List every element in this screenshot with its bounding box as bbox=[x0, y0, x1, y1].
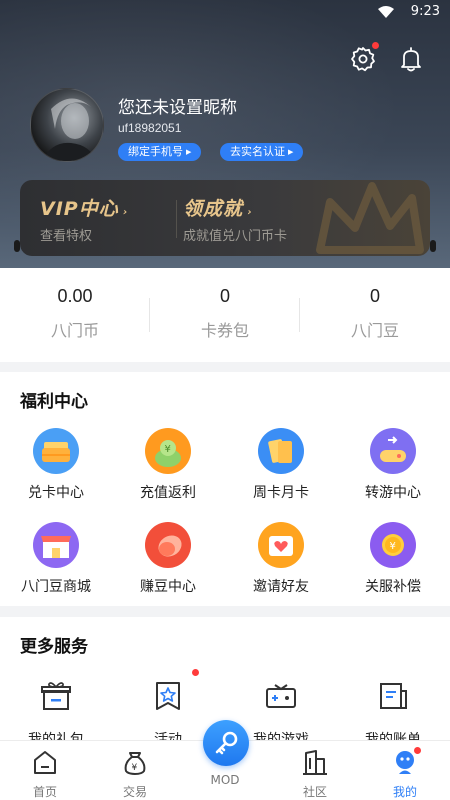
welfare-item-label: 赚豆中心 bbox=[140, 579, 196, 595]
welfare-item-label: 周卡月卡 bbox=[253, 485, 309, 501]
vip-card: VIP中心 › 查看特权 领成就 › 成就值兑八门币卡 bbox=[20, 180, 430, 256]
welfare-item-label: 关服补偿 bbox=[365, 579, 421, 595]
tab-profile[interactable]: 我的 bbox=[360, 747, 450, 800]
svg-text:¥: ¥ bbox=[165, 444, 171, 455]
achievement-subtitle: 成就值兑八门币卡 bbox=[183, 229, 288, 244]
welfare-item-label: 兑卡中心 bbox=[28, 485, 84, 501]
stat-beans[interactable]: 0 八门豆 bbox=[300, 286, 450, 341]
stat-beans-label: 八门豆 bbox=[350, 321, 399, 340]
tab-label: MOD bbox=[210, 773, 240, 787]
stat-coins-value: 0.00 bbox=[57, 286, 93, 306]
welfare-item-card-exchange[interactable]: 兑卡中心 bbox=[0, 428, 112, 502]
welfare-item-label: 八门豆商城 bbox=[21, 579, 91, 595]
caret-right-icon: ▶ bbox=[186, 148, 192, 156]
achievement-title: 领成就 bbox=[183, 198, 244, 220]
gear-icon bbox=[351, 47, 375, 72]
welfare-item-game-transfer[interactable]: 转游中心 bbox=[337, 428, 449, 502]
nickname[interactable]: 您还未设置昵称 bbox=[118, 93, 237, 118]
vip-edge-left bbox=[14, 240, 20, 252]
community-building-icon bbox=[303, 750, 327, 775]
vip-center-subtitle: 查看特权 bbox=[40, 229, 93, 244]
key-icon bbox=[215, 731, 238, 755]
achievement-link[interactable]: 领成就 › bbox=[183, 194, 253, 221]
verify-identity-button[interactable]: 去实名认证 ▶ bbox=[220, 143, 304, 161]
activity-notification-dot bbox=[192, 669, 199, 676]
bean-mall-icon bbox=[33, 522, 79, 568]
welfare-item-label: 邀请好友 bbox=[253, 579, 309, 595]
bell-icon bbox=[401, 47, 421, 72]
game-controller-icon bbox=[266, 684, 296, 708]
tab-label: 交易 bbox=[122, 785, 147, 799]
vip-center-link[interactable]: VIP中心 › bbox=[40, 194, 128, 221]
gift-box-icon bbox=[41, 682, 71, 710]
caret-right-icon: ▶ bbox=[288, 148, 294, 156]
tab-label: 社区 bbox=[302, 785, 327, 799]
vip-edge-right bbox=[430, 240, 436, 252]
bill-icon bbox=[380, 683, 407, 709]
service-my-bills[interactable]: 我的账单 bbox=[337, 679, 449, 747]
vip-divider bbox=[176, 200, 177, 238]
verify-identity-label: 去实名认证 bbox=[230, 145, 285, 158]
card-exchange-icon bbox=[33, 428, 79, 474]
recharge-rebate-icon: ¥ bbox=[145, 428, 191, 474]
svg-text:¥: ¥ bbox=[390, 541, 396, 552]
stat-coupons-value: 0 bbox=[219, 286, 230, 306]
welfare-item-week-month-card[interactable]: 周卡月卡 bbox=[225, 428, 337, 502]
welfare-item-recharge-rebate[interactable]: ¥ 充值返利 bbox=[112, 428, 224, 502]
settings-button[interactable] bbox=[346, 42, 380, 76]
stat-beans-value: 0 bbox=[369, 286, 380, 306]
vip-center-title: VIP中心 bbox=[40, 198, 119, 220]
tab-label: 我的 bbox=[392, 785, 417, 799]
tab-trade[interactable]: ¥ 交易 bbox=[90, 747, 180, 800]
service-my-gifts[interactable]: 我的礼包 bbox=[0, 679, 112, 747]
week-month-card-icon bbox=[258, 428, 304, 474]
user-id: uf18982051 bbox=[118, 121, 182, 135]
welfare-item-label: 转游中心 bbox=[365, 485, 421, 501]
server-compensation-icon: ¥ bbox=[370, 522, 416, 568]
crown-icon bbox=[316, 182, 424, 254]
avatar[interactable] bbox=[30, 88, 104, 162]
welfare-item-bean-mall[interactable]: 八门豆商城 bbox=[0, 522, 112, 596]
notifications-button[interactable] bbox=[394, 42, 428, 76]
svg-text:¥: ¥ bbox=[132, 763, 138, 773]
avatar-portrait-icon bbox=[42, 98, 97, 161]
welfare-item-earn-beans[interactable]: 赚豆中心 bbox=[112, 522, 224, 596]
status-time: 9:23 bbox=[410, 4, 440, 19]
stat-coins[interactable]: 0.00 八门币 bbox=[0, 286, 150, 341]
tab-mod[interactable]: MOD bbox=[180, 771, 270, 787]
welfare-item-server-compensation[interactable]: ¥ 关服补偿 bbox=[337, 522, 449, 596]
mod-center-button[interactable] bbox=[203, 720, 249, 766]
stat-coupons-label: 卡券包 bbox=[200, 321, 249, 340]
tab-home[interactable]: 首页 bbox=[0, 747, 90, 800]
trade-bag-icon: ¥ bbox=[124, 752, 146, 776]
wifi-icon bbox=[378, 6, 394, 18]
welfare-item-label: 充值返利 bbox=[140, 485, 196, 501]
profile-notification-dot bbox=[414, 747, 421, 754]
tab-community[interactable]: 社区 bbox=[270, 747, 360, 800]
game-transfer-icon bbox=[370, 428, 416, 474]
status-bar: 9:23 bbox=[0, 0, 450, 24]
bind-phone-button[interactable]: 绑定手机号 ▶ bbox=[118, 143, 202, 161]
wallet-stats: 0.00 八门币 0 卡券包 0 八门豆 bbox=[0, 268, 450, 362]
more-services-title: 更多服务 bbox=[20, 637, 88, 657]
tab-label: 首页 bbox=[32, 785, 57, 799]
stat-coins-label: 八门币 bbox=[50, 321, 99, 340]
welfare-center-title: 福利中心 bbox=[20, 392, 88, 412]
stat-coupons[interactable]: 0 卡券包 bbox=[150, 286, 300, 341]
profile-header: 9:23 您还未设置昵称 uf18982051 绑定手机号 ▶ 去实名认证 ▶ bbox=[0, 0, 450, 268]
settings-notification-dot bbox=[372, 42, 379, 49]
earn-beans-icon bbox=[145, 522, 191, 568]
bind-phone-label: 绑定手机号 bbox=[128, 145, 183, 158]
home-icon bbox=[34, 751, 56, 774]
invite-friends-icon bbox=[258, 522, 304, 568]
activity-star-icon bbox=[156, 682, 180, 710]
welfare-item-invite-friends[interactable]: 邀请好友 bbox=[225, 522, 337, 596]
welfare-center-panel: 福利中心 兑卡中心 ¥ 充值返利 周卡月卡 转游中心 八门豆商城 赚豆中心 邀请… bbox=[0, 372, 450, 606]
